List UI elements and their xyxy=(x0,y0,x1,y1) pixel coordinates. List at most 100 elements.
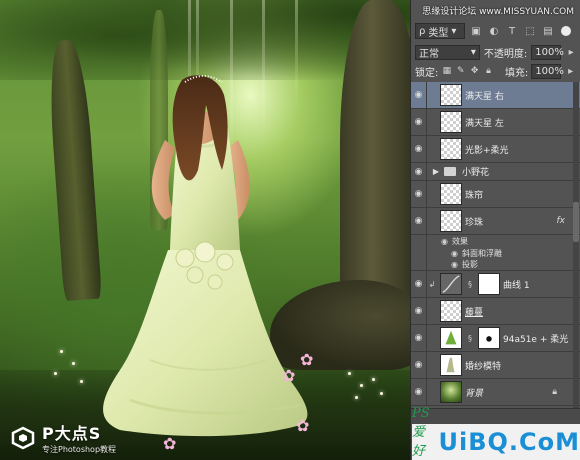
opacity-field[interactable]: 100% xyxy=(531,44,564,60)
watermark-left-title: P大点S xyxy=(42,424,102,443)
curves-adjustment-icon xyxy=(440,273,462,295)
layer-row[interactable]: ◉ 满天星 左 xyxy=(411,108,580,136)
layer-thumbnail xyxy=(440,300,462,322)
clipping-arrow-icon: ↲ xyxy=(428,279,436,289)
fx-icon[interactable]: fx xyxy=(557,216,566,226)
layer-thumbnail xyxy=(440,138,462,160)
layer-thumbnail xyxy=(440,327,462,349)
layer-thumbnail xyxy=(440,111,462,133)
layer-row[interactable]: ◉ 珍珠 fx xyxy=(411,207,580,235)
layer-mask-thumbnail xyxy=(478,273,500,295)
blend-mode-value: 正常 xyxy=(419,48,439,60)
link-icon: § xyxy=(468,333,472,343)
chevron-down-icon: ▾ xyxy=(451,25,457,37)
layer-row[interactable]: ◉ 光影+柔光 xyxy=(411,135,580,163)
type-filter-icon[interactable]: T xyxy=(505,24,519,38)
lock-position-icon[interactable]: ✥ xyxy=(469,65,480,77)
lock-icon: 🔒︎ xyxy=(552,387,557,397)
eye-icon[interactable]: ◉ xyxy=(411,82,427,109)
layer-thumbnail xyxy=(440,210,462,232)
pixel-filter-icon[interactable]: ▣ xyxy=(469,24,483,38)
eye-icon[interactable]: ◉ xyxy=(451,249,458,258)
expand-arrow-icon[interactable]: ▶ xyxy=(431,167,441,176)
layer-row[interactable]: ◉ § 94a51e + 柔光 xyxy=(411,324,580,352)
lock-label: 锁定: xyxy=(415,67,439,79)
effect-name: 斜面和浮雕 xyxy=(461,248,502,258)
effect-row[interactable]: ◉ 投影 xyxy=(411,258,580,271)
layer-group-row[interactable]: ◉ ▶ 小野花 xyxy=(411,162,580,181)
lock-transparency-icon[interactable]: ▦ xyxy=(441,65,452,77)
adjustment-filter-icon[interactable]: ◐ xyxy=(487,24,501,38)
document-canvas[interactable]: ✿ ✿ ✿ ✿ P大点S 专注Photoshop教程 xyxy=(0,0,410,460)
effects-label: 效果 xyxy=(451,236,468,246)
layer-name: 珠帘 xyxy=(465,190,484,201)
sparkle xyxy=(360,384,363,387)
layer-name: 藤蔓 xyxy=(465,307,484,318)
shape-filter-icon[interactable]: ⬚ xyxy=(523,24,537,38)
layer-name: 满天星 左 xyxy=(465,118,504,129)
eye-icon[interactable]: ◉ xyxy=(411,378,427,406)
eye-icon[interactable]: ◉ xyxy=(411,135,427,163)
filter-kind-label: 类型 xyxy=(428,27,449,39)
sparkle xyxy=(348,372,351,375)
layer-list: ◉ 满天星 右 ◉ 满天星 左 ◉ 光影+柔光 ◉ ▶ 小野花 ◉ 珠帘 ◉ 珍… xyxy=(411,82,580,408)
eye-icon[interactable]: ◉ xyxy=(411,108,427,136)
sparkle xyxy=(380,392,383,395)
filter-toggle[interactable] xyxy=(561,26,571,36)
layer-row[interactable]: ◉ 婚纱模特 xyxy=(411,351,580,379)
sparkle xyxy=(372,378,375,381)
eye-icon[interactable]: ◉ xyxy=(411,180,427,208)
eye-icon[interactable]: ◉ xyxy=(411,270,427,298)
eye-icon[interactable]: ◉ xyxy=(411,207,427,235)
layer-row[interactable]: ◉ ↲ § 曲线 1 xyxy=(411,270,580,298)
photoshop-window: ✿ ✿ ✿ ✿ P大点S 专注Photoshop教程 思缘设计论坛 www.MI… xyxy=(0,0,580,460)
layer-name: 94a51e + 柔光 xyxy=(503,334,569,345)
chevron-right-icon[interactable]: ▸ xyxy=(564,64,577,78)
effects-row[interactable]: ◉ 效果 xyxy=(411,235,580,247)
watermark-left-text: P大点S 专注Photoshop教程 xyxy=(42,420,116,455)
eye-icon[interactable]: ◉ xyxy=(411,162,427,181)
fill-field[interactable]: 100% xyxy=(531,63,564,79)
eye-icon[interactable]: ◉ xyxy=(411,324,427,352)
scrollbar-thumb[interactable] xyxy=(573,202,579,242)
blend-row: 正常 ▾ 不透明度: 100% ▸ xyxy=(411,42,580,62)
blend-mode-select[interactable]: 正常 ▾ xyxy=(415,44,480,60)
layer-name: 背景 xyxy=(465,388,484,399)
layer-thumbnail xyxy=(440,84,462,106)
layer-name: 光影+柔光 xyxy=(465,145,509,156)
layer-list-scrollbar[interactable] xyxy=(573,82,579,408)
smart-object-filter-icon[interactable]: ▤ xyxy=(541,24,555,38)
effect-row[interactable]: ◉ 斜面和浮雕 xyxy=(411,247,580,259)
watermark-right-tag: PS爱好者 xyxy=(412,406,430,459)
layer-name: 曲线 1 xyxy=(503,280,530,291)
pink-flower: ✿ xyxy=(163,434,177,453)
fill-label: 填充: xyxy=(504,67,529,79)
watermark-left-subtitle: 专注Photoshop教程 xyxy=(42,445,117,454)
layer-row[interactable]: ◉ 珠帘 xyxy=(411,180,580,208)
layer-name: 婚纱模特 xyxy=(465,361,502,372)
link-icon: § xyxy=(468,279,472,289)
eye-icon[interactable]: ◉ xyxy=(411,297,427,325)
layer-row[interactable]: ◉ 藤蔓 xyxy=(411,297,580,325)
lock-pixels-icon[interactable]: ✎ xyxy=(455,65,466,77)
sparkle xyxy=(355,396,358,399)
eye-icon[interactable]: ◉ xyxy=(441,237,448,246)
eye-icon[interactable]: ◉ xyxy=(451,260,458,269)
layer-row[interactable]: ◉ 背景 🔒︎ xyxy=(411,378,580,406)
opacity-label: 不透明度: xyxy=(483,48,528,60)
opacity-value: 100% xyxy=(535,46,564,58)
bride-figure xyxy=(103,75,308,437)
watermark-right-brand: UiBQ.CoM xyxy=(438,428,580,456)
chevron-right-icon[interactable]: ▸ xyxy=(565,45,577,59)
watermark-top: 思缘设计论坛 www.MISSYUAN.COM xyxy=(422,7,574,17)
watermark-right: PS爱好者 UiBQ.CoM xyxy=(412,406,580,460)
filter-kind-select[interactable]: ρ 类型 ▾ xyxy=(415,23,465,39)
layer-thumbnail xyxy=(440,354,462,376)
lock-all-icon[interactable]: 🔒︎ xyxy=(483,65,494,77)
fill-value: 100% xyxy=(535,65,564,77)
chevron-down-icon: ▾ xyxy=(470,46,476,58)
eye-icon[interactable]: ◉ xyxy=(411,351,427,379)
layer-row[interactable]: ◉ 满天星 右 xyxy=(411,82,580,109)
layers-panel: 思缘设计论坛 www.MISSYUAN.COM ρ 类型 ▾ ▣ ◐ T ⬚ ▤… xyxy=(410,0,580,460)
layer-thumbnail xyxy=(440,381,462,403)
